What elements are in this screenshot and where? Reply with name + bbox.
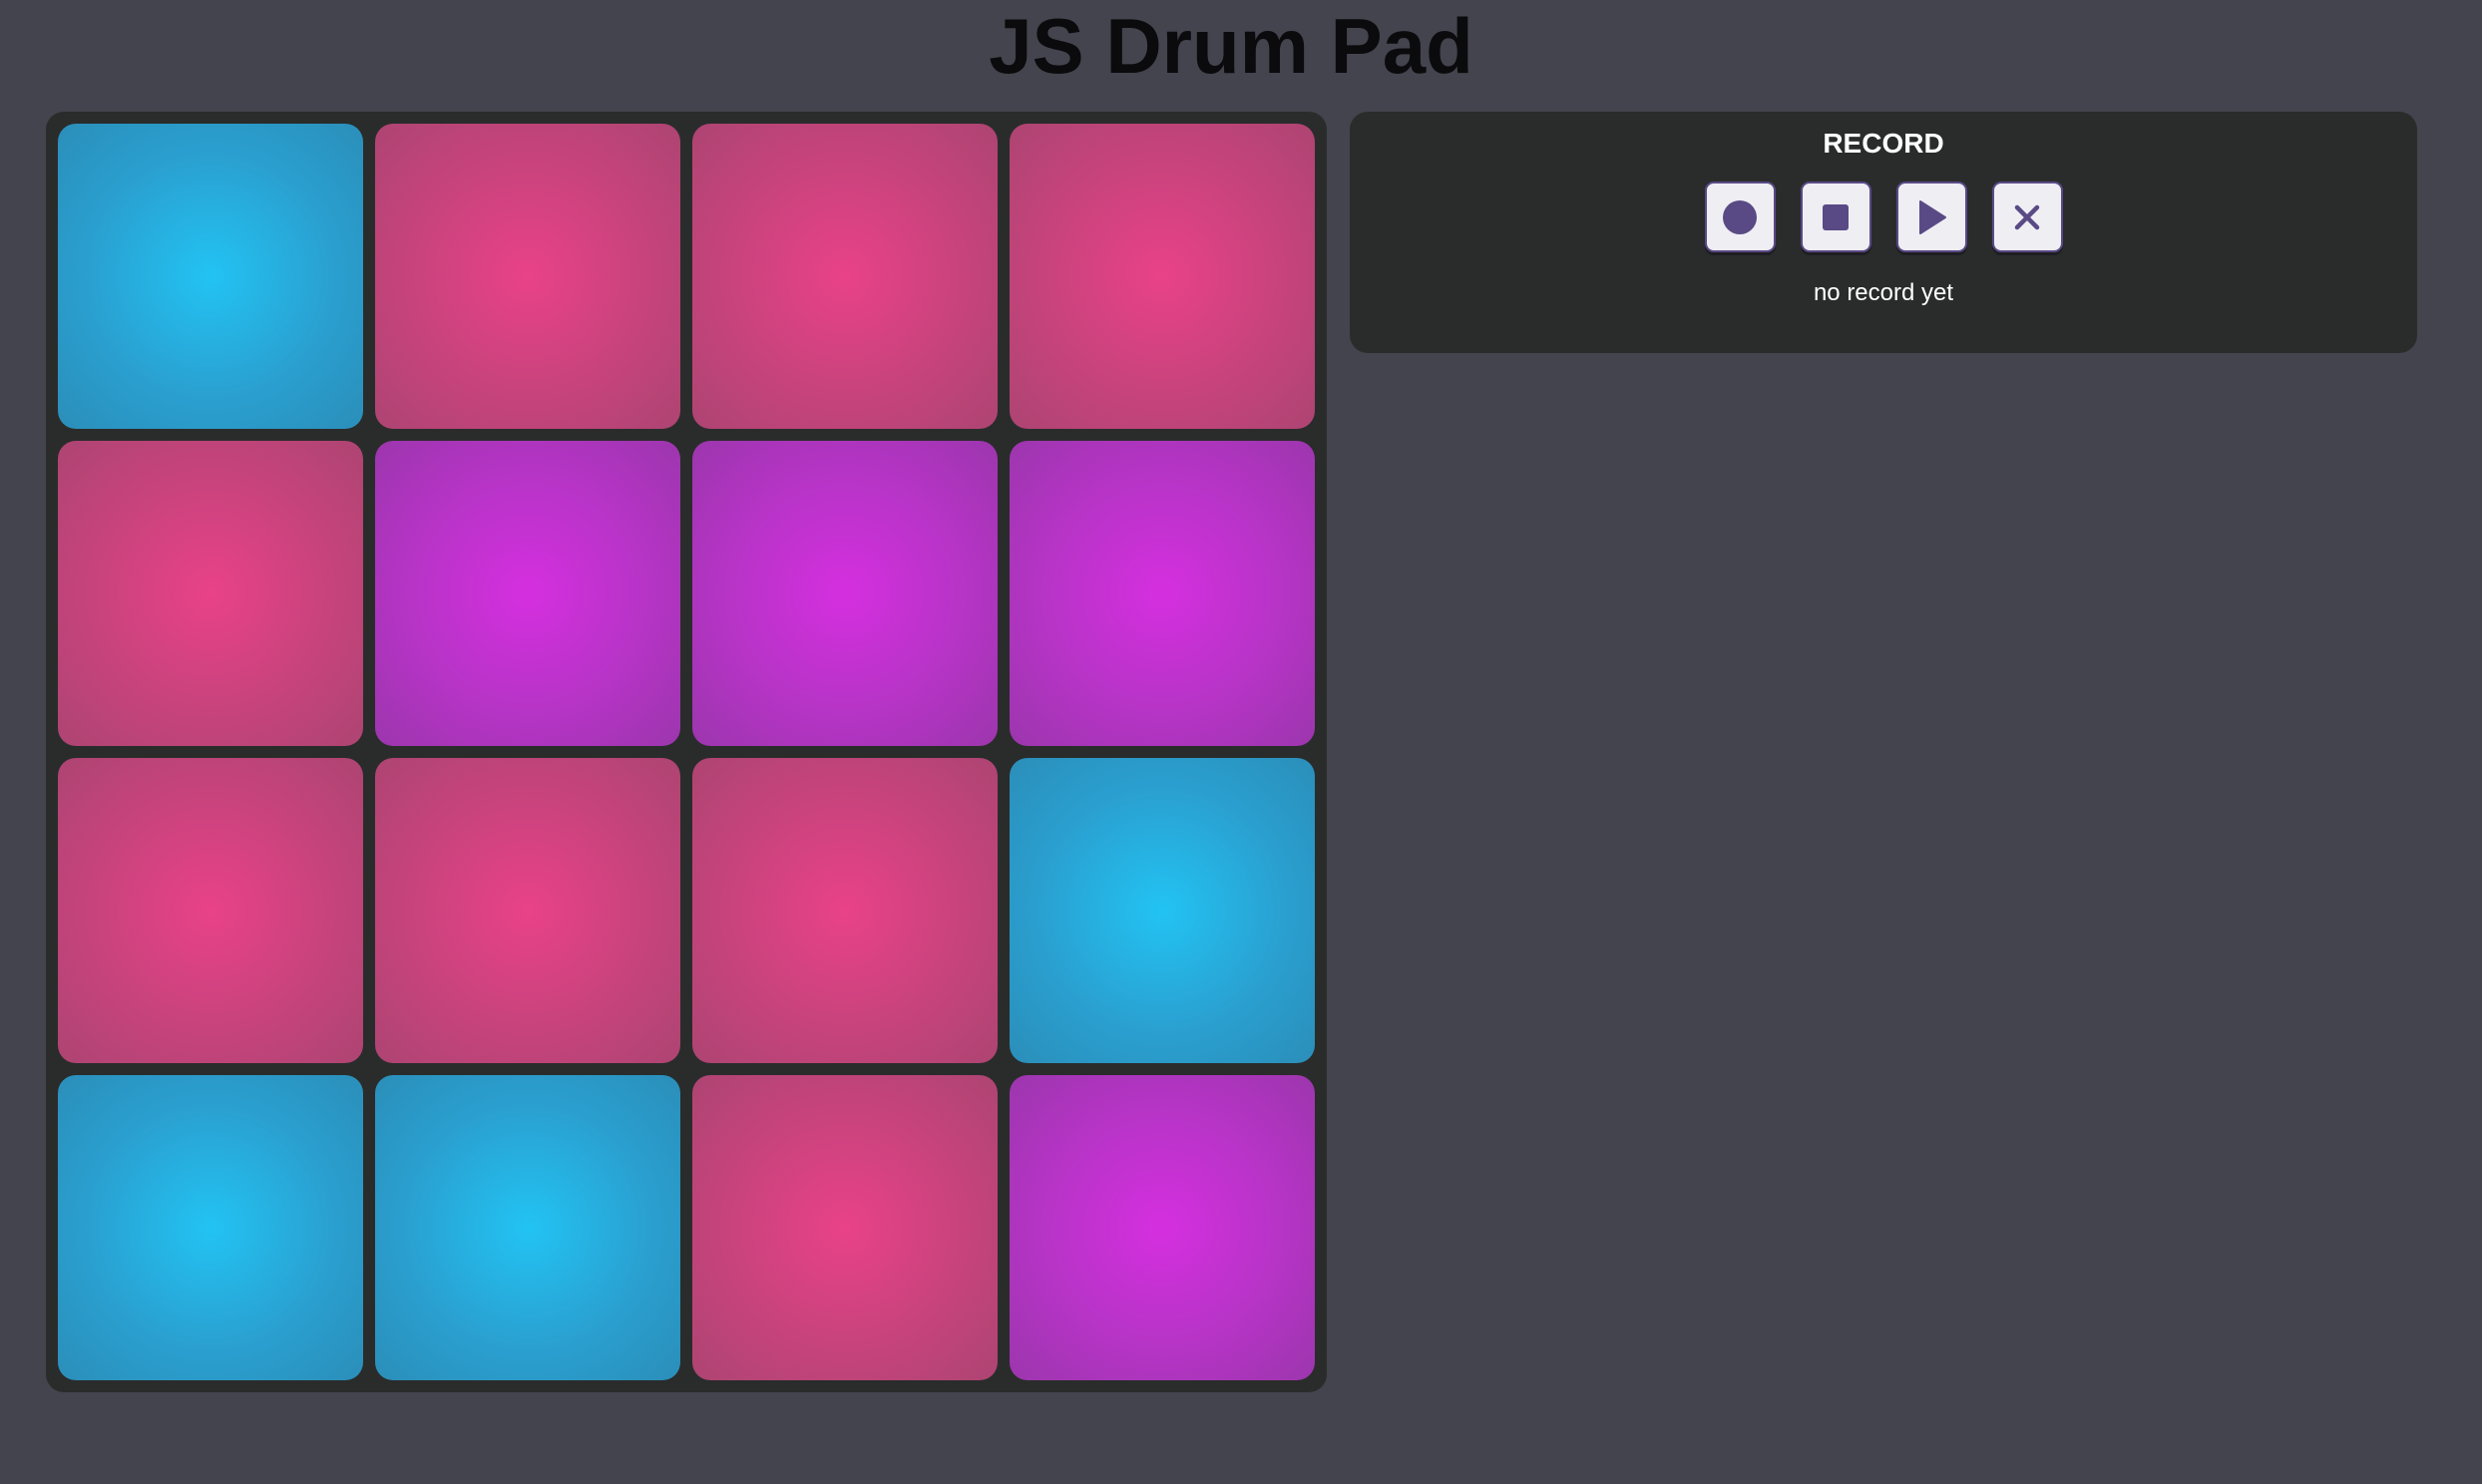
record-panel-title: RECORD (1823, 128, 1944, 159)
clear-button[interactable] (1991, 182, 2063, 252)
play-button[interactable] (1895, 182, 1967, 252)
drum-pad-3[interactable] (692, 124, 998, 429)
drum-pad-6[interactable] (375, 441, 680, 746)
drum-pad-9[interactable] (58, 758, 363, 1063)
close-x-icon (2014, 204, 2040, 229)
drum-pad-12[interactable] (1010, 758, 1315, 1063)
record-panel: RECORD no record yet (1350, 112, 2417, 353)
play-triangle-icon (1919, 199, 1946, 234)
drum-pad-13[interactable] (58, 1075, 363, 1380)
drum-pad-8[interactable] (1010, 441, 1315, 746)
drum-pad-1[interactable] (58, 124, 363, 429)
drum-pad-10[interactable] (375, 758, 680, 1063)
record-button[interactable] (1704, 182, 1776, 252)
drum-pad-2[interactable] (375, 124, 680, 429)
stop-square-icon (1823, 203, 1849, 230)
drum-pad-grid (46, 112, 1327, 1392)
drum-pad-11[interactable] (692, 758, 998, 1063)
page-title: JS Drum Pad (989, 2, 1473, 90)
drum-pad-4[interactable] (1010, 124, 1315, 429)
record-controls (1350, 182, 2417, 252)
drum-pad-5[interactable] (58, 441, 363, 746)
drum-pad-7[interactable] (692, 441, 998, 746)
record-circle-icon (1723, 199, 1757, 234)
stop-button[interactable] (1800, 182, 1871, 252)
record-status: no record yet (1813, 279, 1954, 306)
drum-pad-15[interactable] (692, 1075, 998, 1380)
drum-pad-16[interactable] (1010, 1075, 1315, 1380)
drum-pad-14[interactable] (375, 1075, 680, 1380)
